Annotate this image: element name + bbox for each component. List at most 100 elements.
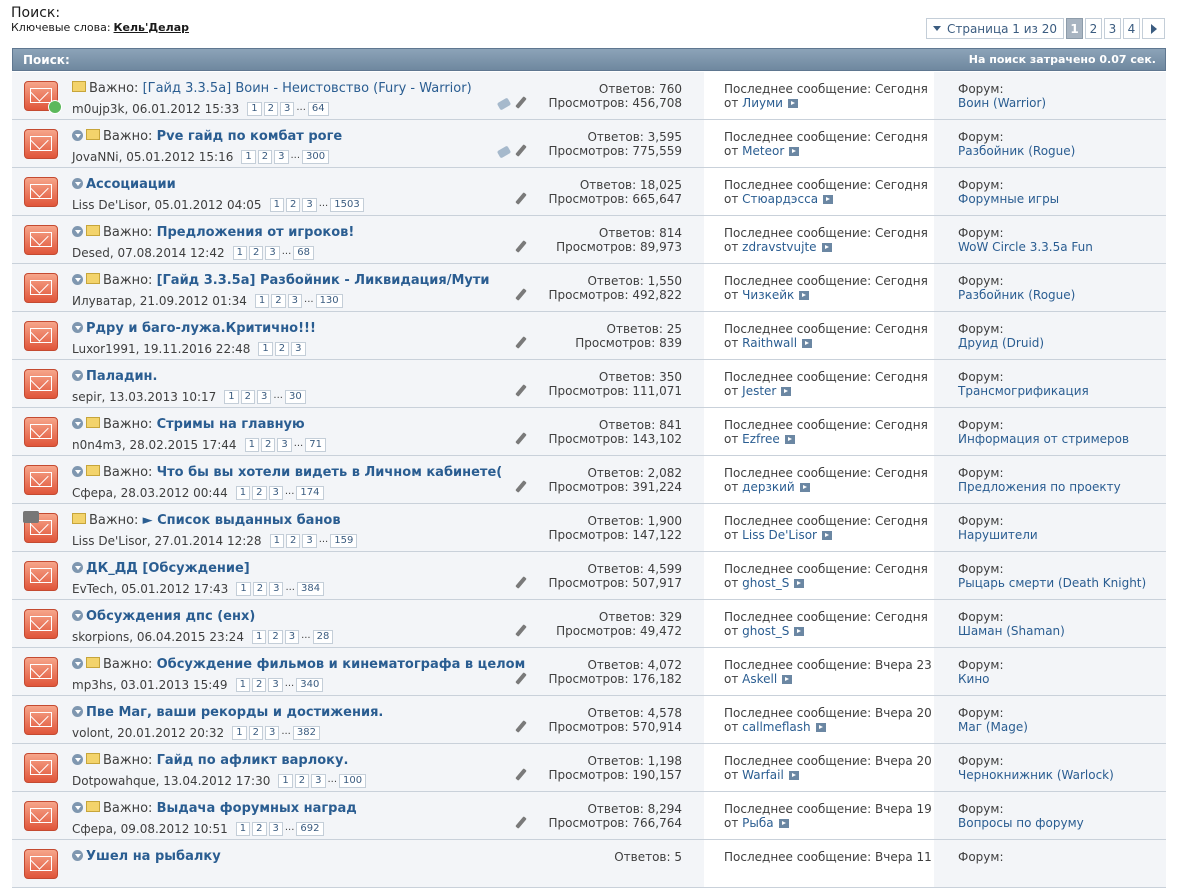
thread-page-link[interactable]: 3	[265, 246, 280, 260]
thread-page-link[interactable]: 2	[294, 774, 310, 788]
last-post-author[interactable]: Meteor	[742, 144, 784, 158]
thread-arrow-icon[interactable]	[72, 706, 83, 717]
last-post-author[interactable]: дерзкий	[742, 480, 795, 494]
last-post-author[interactable]: Рыба	[742, 816, 773, 830]
thread-author[interactable]: Liss De'Lisor	[72, 198, 147, 212]
thread-title-link[interactable]: Пве Маг, ваши рекорды и достижения.	[86, 705, 383, 720]
go-to-last-post-icon[interactable]	[799, 291, 810, 300]
thread-page-link[interactable]: 100	[339, 774, 367, 788]
thread-page-link[interactable]: 3	[269, 582, 284, 596]
thread-page-link[interactable]: 3	[279, 102, 295, 116]
thread-page-link[interactable]: 1	[244, 438, 259, 452]
keywords-value[interactable]: Кель'Делар	[114, 21, 189, 34]
last-post-author[interactable]: Liss De'Lisor	[742, 528, 817, 542]
last-post-author[interactable]: ghost_S	[742, 624, 789, 638]
go-to-last-post-icon[interactable]	[799, 483, 810, 492]
pencil-icon[interactable]	[515, 240, 527, 253]
thread-title-link[interactable]: Обсуждения дпс (енх)	[86, 609, 255, 624]
thread-arrow-icon[interactable]	[72, 754, 83, 765]
pencil-icon[interactable]	[515, 192, 527, 205]
thread-page-link[interactable]: 30	[284, 390, 306, 404]
go-to-last-post-icon[interactable]	[821, 531, 832, 540]
go-to-last-post-icon[interactable]	[815, 723, 826, 732]
pencil-icon[interactable]	[515, 768, 527, 781]
thread-page-link[interactable]: 3	[274, 150, 289, 164]
last-post-author[interactable]: Warfail	[742, 768, 784, 782]
next-page-button[interactable]	[1142, 18, 1165, 39]
page-link[interactable]: 3	[1104, 18, 1121, 39]
last-post-author[interactable]: Jester	[742, 384, 776, 398]
thread-page-link[interactable]: 340	[296, 678, 324, 692]
thread-arrow-icon[interactable]	[72, 370, 83, 381]
thread-page-link[interactable]: 3	[264, 726, 280, 740]
thread-author[interactable]: Dotpowahque	[72, 774, 156, 788]
thread-page-link[interactable]: 2	[260, 438, 276, 452]
pencil-icon[interactable]	[515, 672, 527, 685]
thread-page-link[interactable]: 1	[269, 534, 284, 548]
thread-arrow-icon[interactable]	[72, 226, 83, 237]
pencil-icon[interactable]	[515, 96, 527, 109]
thread-title-link[interactable]: Паладин.	[86, 369, 157, 384]
thread-arrow-icon[interactable]	[72, 658, 83, 669]
page-link[interactable]: 4	[1123, 18, 1140, 39]
thread-author[interactable]: JovaNNi	[72, 150, 119, 164]
thread-page-link[interactable]: 71	[305, 438, 326, 452]
thread-page-link[interactable]: 2	[271, 294, 286, 308]
last-post-author[interactable]: ghost_S	[742, 576, 789, 590]
thread-author[interactable]: mp3hs	[72, 678, 113, 692]
thread-arrow-icon[interactable]	[72, 130, 83, 141]
thread-page-link[interactable]: 3	[268, 678, 283, 692]
thread-author[interactable]: Сфера	[72, 822, 113, 836]
thread-page-link[interactable]: 2	[285, 534, 301, 548]
thread-author[interactable]: n0n4m3	[72, 438, 122, 452]
pencil-icon[interactable]	[515, 576, 527, 589]
thread-page-link[interactable]: 3	[302, 534, 317, 548]
go-to-last-post-icon[interactable]	[784, 435, 795, 444]
thread-page-link[interactable]: 1503	[330, 198, 364, 212]
thread-title-link[interactable]: Стримы на главную	[157, 417, 305, 432]
forum-link[interactable]: Рыцарь смерти (Death Knight)	[958, 576, 1146, 590]
thread-arrow-icon[interactable]	[72, 274, 83, 285]
forum-link[interactable]: Предложения по проекту	[958, 480, 1121, 494]
thread-author[interactable]: Desed	[72, 246, 110, 260]
thread-page-link[interactable]: 3	[302, 198, 317, 212]
thread-arrow-icon[interactable]	[72, 802, 83, 813]
thread-page-link[interactable]: 1	[269, 198, 284, 212]
thread-page-link[interactable]: 1	[224, 390, 239, 404]
thread-author[interactable]: Сфера	[72, 486, 113, 500]
thread-author[interactable]: sepir	[72, 390, 102, 404]
thread-title-link[interactable]: Гайд по афликт варлоку.	[157, 753, 349, 768]
thread-page-link[interactable]: 2	[285, 198, 301, 212]
pencil-icon[interactable]	[515, 288, 527, 301]
thread-page-link[interactable]: 2	[252, 822, 267, 836]
thread-title-link[interactable]: Pve гайд по комбат роге	[157, 129, 343, 144]
thread-page-link[interactable]: 1	[258, 342, 273, 356]
last-post-author[interactable]: zdravstvujte	[742, 240, 816, 254]
thread-page-link[interactable]: 1	[254, 294, 270, 308]
thread-page-link[interactable]: 2	[252, 582, 268, 596]
last-post-author[interactable]: Raithwall	[742, 336, 797, 350]
last-post-author[interactable]: Чизкейк	[742, 288, 794, 302]
thread-page-link[interactable]: 1	[235, 486, 251, 500]
pencil-icon[interactable]	[515, 720, 527, 733]
thread-title-link[interactable]: ДК_ДД [Обсуждение]	[86, 561, 250, 576]
forum-link[interactable]: Шаман (Shaman)	[958, 624, 1065, 638]
go-to-last-post-icon[interactable]	[788, 771, 799, 780]
forum-link[interactable]: Маг (Mage)	[958, 720, 1028, 734]
thread-arrow-icon[interactable]	[72, 178, 83, 189]
thread-title-link[interactable]: Выдача форумных наград	[157, 801, 357, 816]
thread-author[interactable]: Luxor1991	[72, 342, 136, 356]
go-to-last-post-icon[interactable]	[794, 627, 805, 636]
go-to-last-post-icon[interactable]	[823, 195, 834, 204]
thread-author[interactable]: Liss De'Lisor	[72, 534, 147, 548]
thread-page-link[interactable]: 3	[257, 390, 272, 404]
thread-arrow-icon[interactable]	[72, 610, 83, 621]
thread-page-link[interactable]: 130	[315, 294, 343, 308]
thread-page-link[interactable]: 2	[251, 678, 267, 692]
thread-page-link[interactable]: 382	[292, 726, 320, 740]
thread-page-link[interactable]: 3	[268, 822, 283, 836]
thread-page-link[interactable]: 2	[252, 486, 267, 500]
thread-author[interactable]: EvTech	[72, 582, 114, 596]
go-to-last-post-icon[interactable]	[802, 339, 813, 348]
last-post-author[interactable]: Ezfree	[742, 432, 780, 446]
